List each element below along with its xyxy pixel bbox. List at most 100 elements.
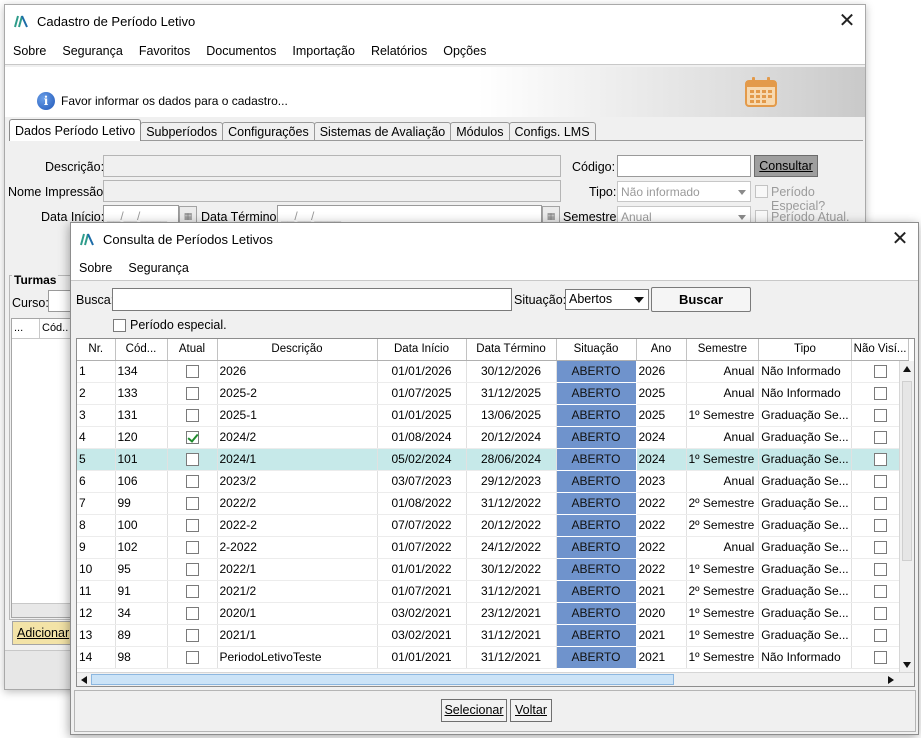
cell-tipo[interactable]: Não Informado (758, 382, 852, 405)
cell-situacao[interactable]: ABERTO (556, 646, 637, 669)
col-header-nr[interactable]: Nr. (77, 339, 116, 361)
close-icon[interactable]: ✕ (835, 9, 859, 33)
cell-data-inicio[interactable]: 07/07/2022 (377, 514, 467, 537)
cell-nr[interactable]: 2 (77, 382, 116, 405)
cell-codigo[interactable]: 100 (115, 514, 168, 537)
cell-codigo[interactable]: 99 (115, 492, 168, 515)
menu-seguranca[interactable]: Segurança (54, 44, 130, 58)
cell-tipo[interactable]: Graduação Se... (758, 448, 852, 471)
cell-codigo[interactable]: 91 (115, 580, 168, 603)
checkbox[interactable] (185, 475, 199, 489)
cell-nr[interactable]: 5 (77, 448, 116, 471)
cell-codigo[interactable]: 101 (115, 448, 168, 471)
tab-configs-lms[interactable]: Configs. LMS (508, 122, 596, 141)
cell-atual[interactable] (167, 514, 218, 537)
cell-descricao[interactable]: 2022/2 (217, 492, 378, 515)
cell-data-inicio[interactable]: 01/07/2022 (377, 536, 467, 559)
tab-sistemas-de-avaliacao[interactable]: Sistemas de Avaliação (313, 122, 452, 141)
cell-data-termino[interactable]: 29/12/2023 (466, 470, 557, 493)
cell-situacao[interactable]: ABERTO (556, 536, 637, 559)
cell-tipo[interactable]: Graduação Se... (758, 470, 852, 493)
checkbox[interactable] (873, 607, 887, 621)
scroll-down-icon[interactable] (903, 662, 911, 668)
cell-codigo[interactable]: 89 (115, 624, 168, 647)
cell-ano[interactable]: 2022 (636, 558, 687, 581)
menu-sobre[interactable]: Sobre (71, 261, 120, 275)
col-header-data-inicio[interactable]: Data Início (377, 339, 467, 361)
cell-situacao[interactable]: ABERTO (556, 382, 637, 405)
cell-data-inicio[interactable]: 05/02/2024 (377, 448, 467, 471)
cell-tipo[interactable]: Graduação Se... (758, 514, 852, 537)
cell-descricao[interactable]: 2020/1 (217, 602, 378, 625)
cell-situacao[interactable]: ABERTO (556, 470, 637, 493)
periodo-especial-checkbox[interactable] (755, 185, 768, 198)
cell-data-inicio[interactable]: 01/01/2025 (377, 404, 467, 427)
cell-nr[interactable]: 8 (77, 514, 116, 537)
table-row[interactable]: 7 99 2022/2 01/08/2022 31/12/2022 ABERTO 2022 2… (77, 492, 910, 515)
checkbox[interactable] (873, 651, 887, 665)
cell-data-inicio[interactable]: 01/08/2022 (377, 492, 467, 515)
col-header-atual[interactable]: Atual (167, 339, 218, 361)
cell-semestre[interactable]: Anual (686, 536, 760, 559)
consultar-button[interactable]: Consultar (754, 155, 818, 177)
table-row[interactable]: 6 106 2023/2 03/07/2023 29/12/2023 ABERTO 2023… (77, 470, 910, 493)
cell-semestre[interactable]: 2º Semestre (686, 514, 760, 537)
cell-semestre[interactable]: 2º Semestre (686, 492, 760, 515)
cell-semestre[interactable]: 1º Semestre (686, 448, 760, 471)
menu-sobre[interactable]: Sobre (5, 44, 54, 58)
hscroll-thumb[interactable] (91, 674, 674, 685)
cell-data-termino[interactable]: 23/12/2021 (466, 602, 557, 625)
menu-documentos[interactable]: Documentos (198, 44, 284, 58)
cell-atual[interactable] (167, 404, 218, 427)
cell-situacao[interactable]: ABERTO (556, 602, 637, 625)
cell-nr[interactable]: 7 (77, 492, 116, 515)
checkbox[interactable] (873, 629, 887, 643)
checkbox[interactable] (873, 431, 887, 445)
cell-ano[interactable]: 2025 (636, 404, 687, 427)
cell-data-inicio[interactable]: 01/01/2021 (377, 646, 467, 669)
cell-codigo[interactable]: 106 (115, 470, 168, 493)
cell-data-inicio[interactable]: 01/07/2025 (377, 382, 467, 405)
cell-nr[interactable]: 9 (77, 536, 116, 559)
cell-atual[interactable] (167, 382, 218, 405)
cell-data-termino[interactable]: 20/12/2024 (466, 426, 557, 449)
cell-data-termino[interactable]: 31/12/2021 (466, 646, 557, 669)
cell-situacao[interactable]: ABERTO (556, 514, 637, 537)
cell-data-inicio[interactable]: 03/02/2021 (377, 602, 467, 625)
cell-descricao[interactable]: 2-2022 (217, 536, 378, 559)
checkbox[interactable] (185, 629, 199, 643)
checkbox[interactable] (873, 541, 887, 555)
table-row[interactable]: 3 131 2025-1 01/01/2025 13/06/2025 ABERTO 2025… (77, 404, 910, 427)
tab-modulos[interactable]: Módulos (450, 122, 510, 141)
nome-impressao-field[interactable] (103, 180, 561, 202)
vscroll-thumb[interactable] (902, 381, 912, 561)
cell-data-termino[interactable]: 20/12/2022 (466, 514, 557, 537)
cell-data-inicio[interactable]: 01/07/2021 (377, 580, 467, 603)
tipo-select[interactable]: Não informado (617, 181, 751, 202)
grid-vscrollbar[interactable] (899, 361, 914, 673)
cell-descricao[interactable]: 2021/1 (217, 624, 378, 647)
cell-codigo[interactable]: 34 (115, 602, 168, 625)
cell-codigo[interactable]: 102 (115, 536, 168, 559)
cell-codigo[interactable]: 131 (115, 404, 168, 427)
col-header-tipo[interactable]: Tipo (758, 339, 852, 361)
cell-data-inicio[interactable]: 03/02/2021 (377, 624, 467, 647)
checkbox[interactable] (185, 497, 199, 511)
cell-atual[interactable] (167, 602, 218, 625)
cell-situacao[interactable]: ABERTO (556, 624, 637, 647)
cell-semestre[interactable]: Anual (686, 426, 760, 449)
cell-tipo[interactable]: Graduação Se... (758, 536, 852, 559)
cell-descricao[interactable]: 2025-1 (217, 404, 378, 427)
cell-ano[interactable]: 2024 (636, 448, 687, 471)
cell-semestre[interactable]: Anual (686, 470, 760, 493)
scroll-right-icon[interactable] (888, 676, 894, 684)
table-row[interactable]: 13 89 2021/1 03/02/2021 31/12/2021 ABERTO 2021… (77, 624, 910, 647)
menu-relatorios[interactable]: Relatórios (363, 44, 435, 58)
cell-semestre[interactable]: 1º Semestre (686, 404, 760, 427)
table-row[interactable]: 11 91 2021/2 01/07/2021 31/12/2021 ABERTO 2021… (77, 580, 910, 603)
cell-codigo[interactable]: 95 (115, 558, 168, 581)
codigo-field[interactable] (617, 155, 751, 177)
cell-situacao[interactable]: ABERTO (556, 404, 637, 427)
cell-ano[interactable]: 2021 (636, 624, 687, 647)
adicionar-button[interactable]: Adicionar (12, 621, 74, 645)
